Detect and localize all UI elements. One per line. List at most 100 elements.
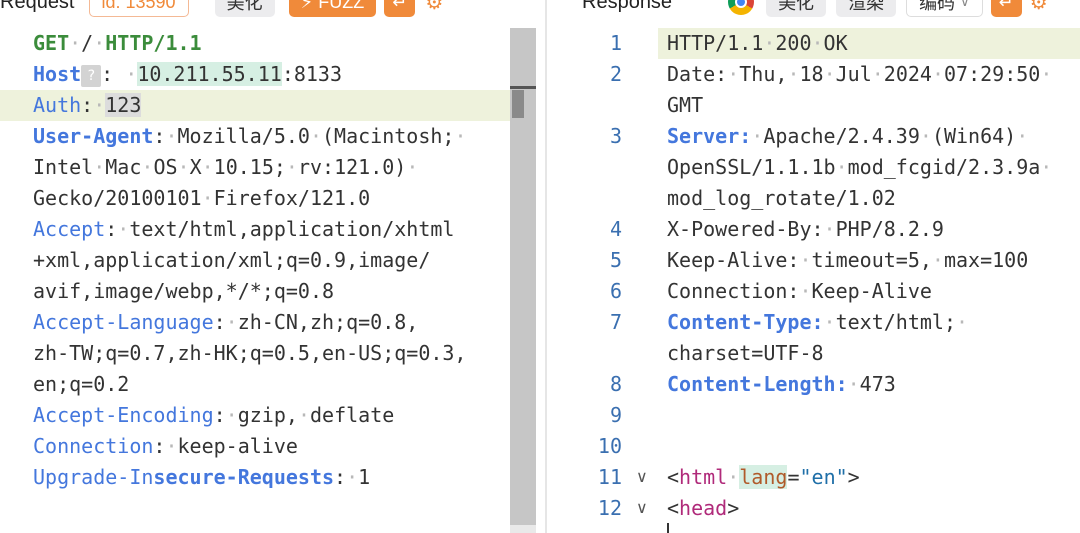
code-token: Accept-Encoding [33, 403, 214, 427]
chrome-icon[interactable] [728, 0, 755, 15]
response-beautify-button[interactable]: 美化 [766, 0, 827, 17]
code-token: 18 [799, 62, 824, 86]
code-token: Content-Type: [667, 310, 824, 334]
fuzz-label: FUZZ [318, 0, 365, 12]
request-line[interactable]: +xml,application/xml;q=0.9,image/ [33, 245, 430, 276]
code-token: mod_log_rotate/1.02 [667, 186, 896, 210]
request-line[interactable]: Accept-Language:·zh-CN,zh;q=0.8, [33, 307, 418, 338]
code-token: 1 [358, 465, 371, 489]
code-token: deflate [309, 403, 395, 427]
code-token: 2024 [883, 62, 932, 86]
code-token: · [919, 124, 932, 148]
code-token: Gecko/20100101 [33, 186, 202, 210]
response-title: Response [582, 0, 673, 13]
fold-chevron-icon[interactable]: ∨ [636, 462, 648, 493]
request-line[interactable]: Accept-Encoding:·gzip,·deflate [33, 400, 394, 431]
response-line[interactable]: charset=UTF-8 [667, 338, 824, 369]
line-number: 12 [597, 496, 622, 520]
line-number: 5 [609, 248, 622, 272]
response-editor[interactable]: 1 HTTP/1.1·200·OK 2 Date:·Thu,·18·Jul·2024·… [548, 28, 1080, 533]
render-button[interactable]: 渲染 [836, 0, 897, 17]
code-token: · [93, 93, 106, 117]
request-line[interactable]: avif,image/webp,*/*;q=0.8 [33, 276, 334, 307]
line-number: 1 [609, 31, 622, 55]
request-line[interactable]: Intel·Mac·OS·X·10.15;·rv:121.0)· [33, 152, 418, 183]
code-token: · [201, 155, 214, 179]
code-token: 123 [105, 93, 142, 117]
request-line[interactable]: Auth:·123 [33, 90, 142, 121]
code-token: Accept-Language [33, 310, 214, 334]
response-line[interactable]: Content-Length:·473 [667, 369, 896, 400]
code-token: · [225, 403, 238, 427]
request-id-badge[interactable]: id: 13590 [88, 0, 189, 17]
code-token: Jul [835, 62, 872, 86]
lightning-icon: ⚡︎ [300, 0, 314, 12]
gear-icon[interactable]: ⚙ [1030, 0, 1048, 15]
response-line[interactable]: <head> [667, 493, 739, 524]
request-line[interactable]: Upgrade-Insecure-Requests:·1 [33, 462, 370, 493]
code-token: : [153, 124, 166, 148]
request-line[interactable]: en;q=0.2 [33, 369, 129, 400]
request-line[interactable]: User-Agent:·Mozilla/5.0·(Macintosh;· [33, 121, 467, 152]
code-token: · [871, 62, 884, 86]
response-line[interactable]: Keep-Alive:·timeout=5,·max=100 [667, 245, 1028, 276]
response-line[interactable]: mod_log_rotate/1.02 [667, 183, 896, 214]
request-line[interactable]: Gecko/20100101·Firefox/121.0 [33, 183, 370, 214]
help-icon[interactable]: ? [81, 64, 102, 87]
request-scrollbar-marker [510, 86, 536, 89]
fold-chevron-icon[interactable]: ∨ [636, 493, 648, 524]
code-token: Keep-Alive: [667, 248, 800, 272]
request-scrollbar-handle[interactable] [512, 90, 524, 118]
code-token: Connection: [667, 279, 800, 303]
request-line[interactable]: Accept:·text/html,application/xhtml [33, 214, 454, 245]
request-line[interactable]: zh-TW;q=0.7,zh-HK;q=0.5,en-US;q=0.3, [33, 338, 466, 369]
gear-icon[interactable]: ⚙ [425, 0, 443, 15]
response-line[interactable]: HTTP/1.1·200·OK [667, 28, 848, 59]
code-token: : [213, 403, 226, 427]
response-line[interactable]: <html·lang="en"> [667, 462, 860, 493]
request-line[interactable]: Connection:·keep-alive [33, 431, 298, 462]
code-token: > [727, 496, 740, 520]
code-token: Keep-Alive [811, 279, 932, 303]
response-line[interactable]: OpenSSL/1.1.1b·mod_fcgid/2.3.9a· [667, 152, 1052, 183]
response-line[interactable]: Date:·Thu,·18·Jul·2024·07:29:50· [667, 59, 1052, 90]
code-token: 10.15; [213, 155, 286, 179]
response-line[interactable]: X-Powered-By:·PHP/8.2.9 [667, 214, 944, 245]
response-return-button[interactable]: ↵ [990, 0, 1022, 17]
code-token: · [285, 155, 298, 179]
fuzz-button[interactable]: ⚡︎ FUZZ [288, 0, 377, 17]
response-line[interactable]: Content-Type:·text/html;· [667, 307, 968, 338]
code-token: lang [739, 465, 788, 489]
request-line[interactable]: Host?: ·10.211.55.11:8133 [33, 59, 342, 90]
encoding-label: 编码 [919, 0, 956, 13]
code-token: Auth [33, 93, 82, 117]
code-token: · [125, 62, 138, 86]
code-token: gzip, [237, 403, 298, 427]
code-token: avif,image/webp,*/*;q=0.8 [33, 279, 335, 303]
response-line[interactable]: Connection:·Keep-Alive [667, 276, 932, 307]
code-token: : [105, 217, 118, 241]
request-return-button[interactable]: ↵ [384, 0, 416, 17]
code-token: · [1040, 62, 1053, 86]
code-token: · [297, 403, 310, 427]
request-editor[interactable]: GET·/·HTTP/1.1 Host?: ·10.211.55.11:8133 A… [0, 28, 536, 533]
code-token: = [787, 465, 800, 489]
request-line[interactable]: GET·/·HTTP/1.1 [33, 28, 202, 59]
encoding-select[interactable]: 编码 ∨ [906, 0, 983, 17]
code-token: · [141, 155, 154, 179]
panel-divider[interactable] [545, 0, 547, 533]
response-line[interactable]: GMT [667, 90, 703, 121]
text-cursor [667, 523, 669, 533]
code-token: · [811, 31, 824, 55]
code-token: < [667, 465, 680, 489]
code-token: / [81, 31, 94, 55]
request-beautify-button[interactable]: 美化 [214, 0, 275, 17]
response-line[interactable]: Server:·Apache/2.4.39·(Win64)· [667, 121, 1028, 152]
line-number: 9 [609, 403, 622, 427]
line-number [548, 90, 622, 121]
code-token: · [956, 310, 969, 334]
code-token: : [213, 310, 226, 334]
code-token: · [454, 124, 467, 148]
code-token: · [165, 124, 178, 148]
code-token: keep-alive [177, 434, 298, 458]
